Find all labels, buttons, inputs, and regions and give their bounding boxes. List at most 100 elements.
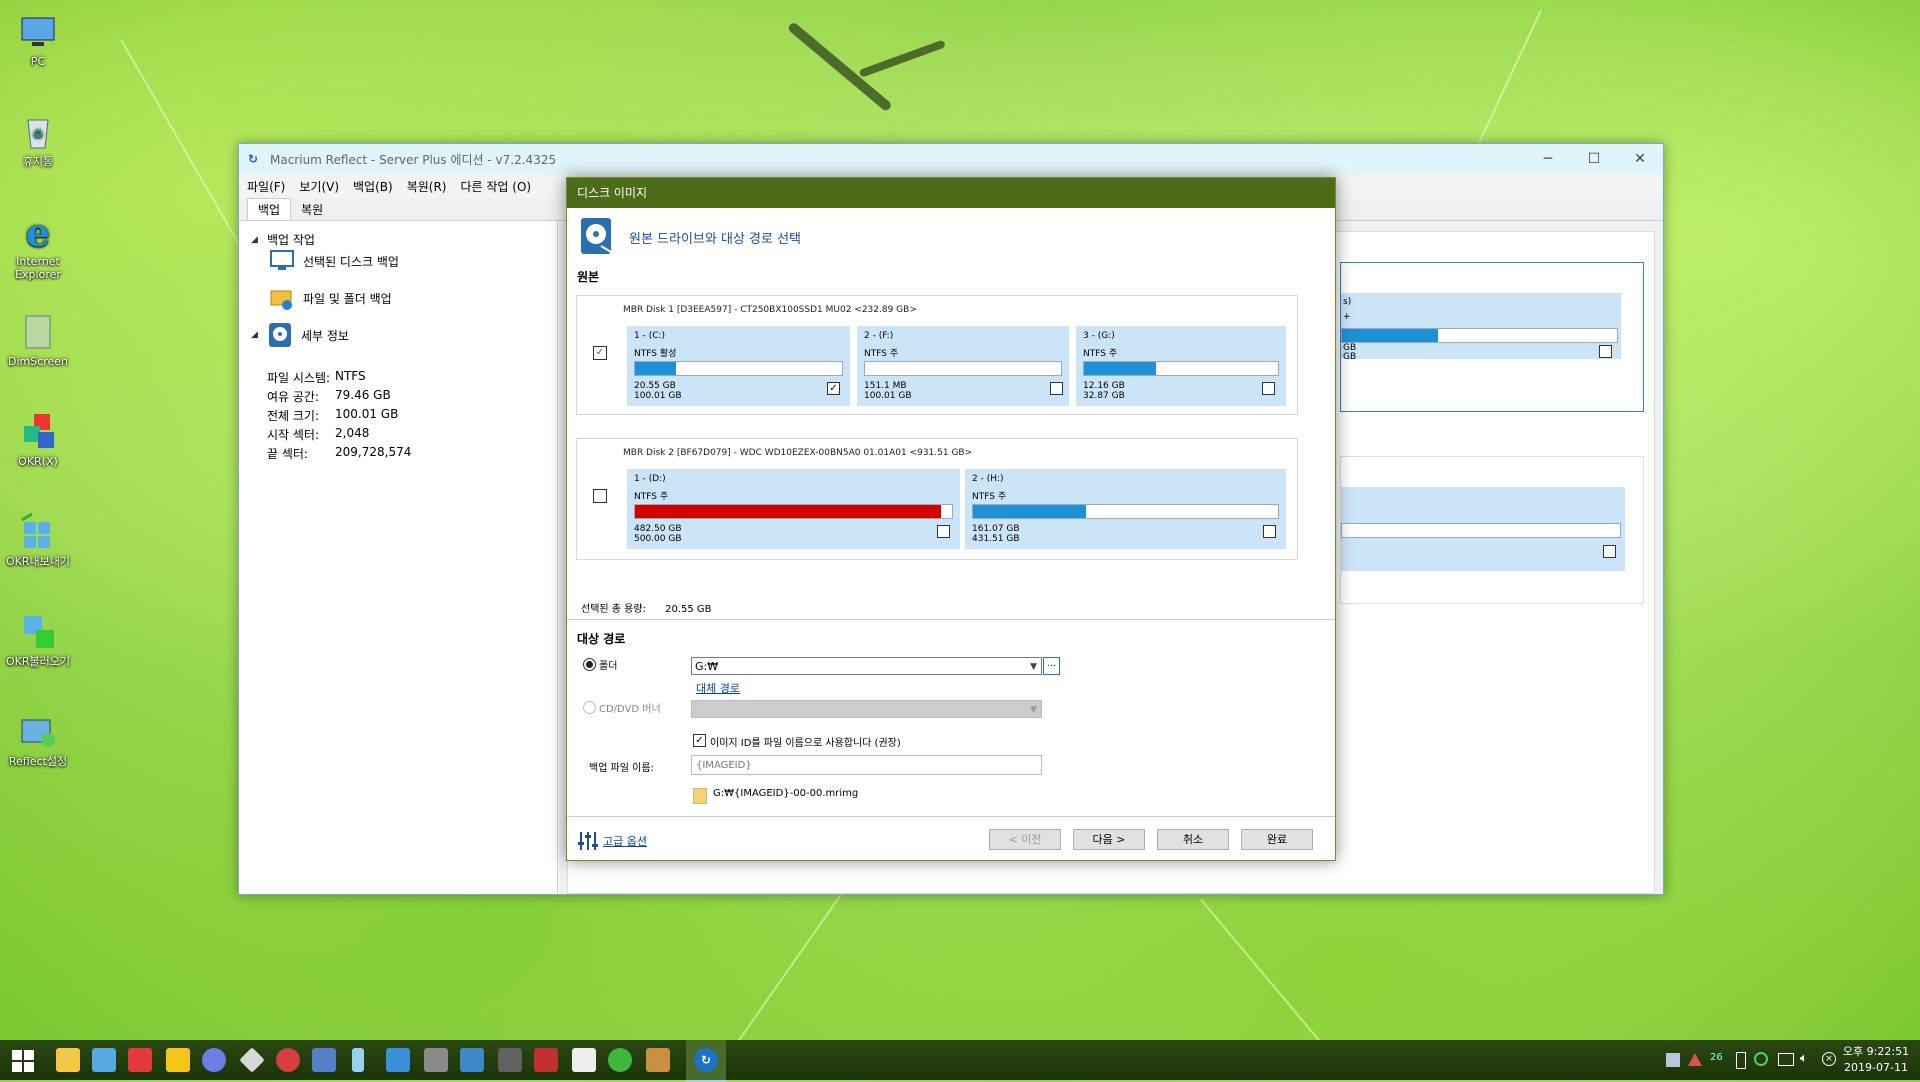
app-box-icon[interactable]	[646, 1048, 670, 1072]
potplayer-icon[interactable]	[166, 1048, 190, 1072]
app-laptop-icon[interactable]	[460, 1048, 484, 1072]
disk-2-checkbox[interactable]	[593, 489, 607, 503]
menu-backup[interactable]: 백업(B)	[353, 178, 393, 195]
bg-disk-box-2	[1340, 456, 1644, 604]
disk-1-checkbox[interactable]: ✓	[593, 346, 607, 360]
info-row: 끝 섹터: 209,728,574	[267, 445, 412, 461]
close-circle-tray-icon[interactable]: ×	[1822, 1052, 1836, 1066]
desktop-icon-label: PC	[30, 55, 46, 68]
menu-file[interactable]: 파일(F)	[247, 178, 285, 195]
app-diamond-icon[interactable]	[239, 1047, 265, 1073]
advanced-options[interactable]: 고급 옵션	[577, 830, 647, 852]
bg-usage-bar	[1341, 328, 1618, 343]
desktop-icon-reflect-settings[interactable]: Reflect설정	[0, 712, 76, 768]
app-grid-icon[interactable]	[386, 1048, 410, 1072]
clock[interactable]: 오후 9:22:51 2019-07-11	[1836, 1044, 1916, 1076]
volume-tray-icon[interactable]: 🔈︎	[1800, 1051, 1808, 1066]
network-tray-icon[interactable]	[1666, 1053, 1680, 1067]
desktop-icon-okr-export[interactable]: OKR내보내기	[0, 512, 76, 568]
folder-path-value: G:₩	[695, 660, 719, 673]
this-pc-icon[interactable]	[92, 1048, 116, 1072]
info-row: 전체 크기: 100.01 GB	[267, 407, 399, 423]
desktop-icon-dimscreen[interactable]: DimScreen	[0, 312, 76, 368]
desktop-icon-okr[interactable]: OKR(X)	[0, 412, 76, 468]
usb-tray-icon[interactable]	[1736, 1052, 1746, 1069]
use-image-id-checkbox[interactable]: ✓	[693, 734, 706, 747]
folder-path-combo[interactable]: G:₩ ▼	[691, 657, 1042, 675]
cloud-sync-tray-icon[interactable]	[1754, 1052, 1768, 1066]
minimize-button[interactable]: ─	[1525, 144, 1571, 174]
app-people-icon[interactable]	[312, 1048, 336, 1072]
app-blue-globe-icon[interactable]	[202, 1048, 226, 1072]
tree-details[interactable]: ◢ 세부 정보	[251, 321, 349, 349]
file-explorer-icon[interactable]	[56, 1048, 80, 1072]
info-row: 파일 시스템: NTFS	[267, 369, 366, 385]
desktop-icon-pc[interactable]: PC	[0, 12, 76, 68]
recycle-bin-icon: ♻	[18, 112, 58, 152]
desktop-icon-label: Internet Explorer	[15, 255, 61, 281]
chevron-down-icon: ▼	[1030, 662, 1037, 672]
start-button[interactable]	[12, 1050, 34, 1072]
disk-1-box: MBR Disk 1 [D3EEA597] - CT250BX100SSD1 M…	[576, 295, 1298, 415]
tray-badge[interactable]: 26	[1710, 1052, 1723, 1063]
macrium-icon: ↻	[694, 1048, 718, 1072]
svg-text:♻: ♻	[33, 127, 44, 141]
window-title: Macrium Reflect - Server Plus 에디션 - v7.2…	[270, 152, 557, 167]
partition-d: 1 - (D:) NTFS 주 482.50 GB 500.00 GB	[627, 469, 960, 549]
menu-other[interactable]: 다른 작업 (O)	[461, 178, 532, 195]
app-tube-icon[interactable]	[352, 1048, 364, 1072]
tree-item-disk-backup[interactable]: 선택된 디스크 백업	[269, 249, 399, 273]
partition-d-checkbox[interactable]	[937, 525, 950, 538]
desktop-icon-okr-import[interactable]: OKR불러오기	[0, 612, 76, 668]
partition-g-checkbox[interactable]	[1262, 382, 1275, 395]
collapse-arrow-icon[interactable]: ◢	[251, 235, 261, 245]
title-bar: ↻ Macrium Reflect - Server Plus 에디션 - v7…	[239, 144, 1663, 174]
app-shield-icon[interactable]	[276, 1048, 300, 1072]
partition-c-checkbox[interactable]: ✓	[827, 382, 840, 395]
alt-path-link[interactable]: 대체 경로	[696, 680, 740, 696]
app-icon: ↻	[248, 152, 259, 166]
bg-usage-bar-fill	[1342, 329, 1439, 342]
folder-radio[interactable]	[583, 658, 596, 671]
app-red-icon[interactable]	[128, 1048, 152, 1072]
advanced-options-link[interactable]: 고급 옵션	[603, 833, 647, 849]
tab-restore[interactable]: 복원	[291, 199, 333, 220]
prev-button[interactable]: < 이전	[989, 829, 1061, 850]
usage-bar	[1083, 361, 1279, 376]
next-button[interactable]: 다음 >	[1073, 829, 1145, 850]
alert-tray-icon[interactable]	[1688, 1053, 1702, 1066]
close-button[interactable]: ✕	[1617, 144, 1663, 174]
display-tray-icon[interactable]	[1778, 1053, 1794, 1066]
dialog-title: 디스크 이미지	[567, 178, 1335, 208]
desktop-icon-label: OKR내보내기	[6, 555, 70, 568]
menu-restore[interactable]: 복원(R)	[407, 178, 447, 195]
cd-dvd-radio[interactable]	[583, 701, 596, 714]
browse-button[interactable]: ...	[1043, 657, 1060, 675]
partition-f-checkbox[interactable]	[1050, 382, 1063, 395]
disk-info-icon	[267, 321, 293, 349]
tree-backup-tasks[interactable]: ◢ 백업 작업	[251, 231, 315, 248]
collapse-arrow-icon[interactable]: ◢	[251, 330, 261, 340]
tree-item-file-backup[interactable]: 파일 및 폴더 백업	[269, 285, 392, 311]
tools-icon[interactable]	[424, 1048, 448, 1072]
background-leaf-vein	[735, 880, 852, 1045]
app-map-icon[interactable]	[534, 1048, 558, 1072]
filename-input[interactable]: {IMAGEID}	[691, 755, 1042, 775]
tab-backup[interactable]: 백업	[247, 198, 292, 220]
dialog-header: 원본 드라이브와 대상 경로 선택	[567, 208, 1335, 260]
menu-view[interactable]: 보기(V)	[299, 178, 339, 195]
desktop-icon-ie[interactable]: e Internet Explorer	[0, 210, 76, 281]
cd-dvd-combo[interactable]: ▼	[691, 700, 1042, 718]
bg-partition-checkbox[interactable]	[1599, 345, 1612, 358]
sync-icon[interactable]	[608, 1048, 632, 1072]
maximize-button[interactable]: ☐	[1571, 144, 1617, 174]
app-settings-icon[interactable]	[498, 1048, 522, 1072]
desktop-icon-label: Reflect설정	[8, 755, 68, 768]
security-shield-icon[interactable]	[572, 1048, 596, 1072]
desktop-icon-recycle-bin[interactable]: ♻ 휴지통	[0, 112, 76, 168]
cancel-button[interactable]: 취소	[1157, 829, 1229, 850]
finish-button[interactable]: 완료	[1241, 829, 1313, 850]
partition-h-checkbox[interactable]	[1263, 525, 1276, 538]
macrium-taskbar-button[interactable]: ↻	[686, 1040, 726, 1082]
bg-partition-checkbox[interactable]	[1603, 545, 1616, 558]
